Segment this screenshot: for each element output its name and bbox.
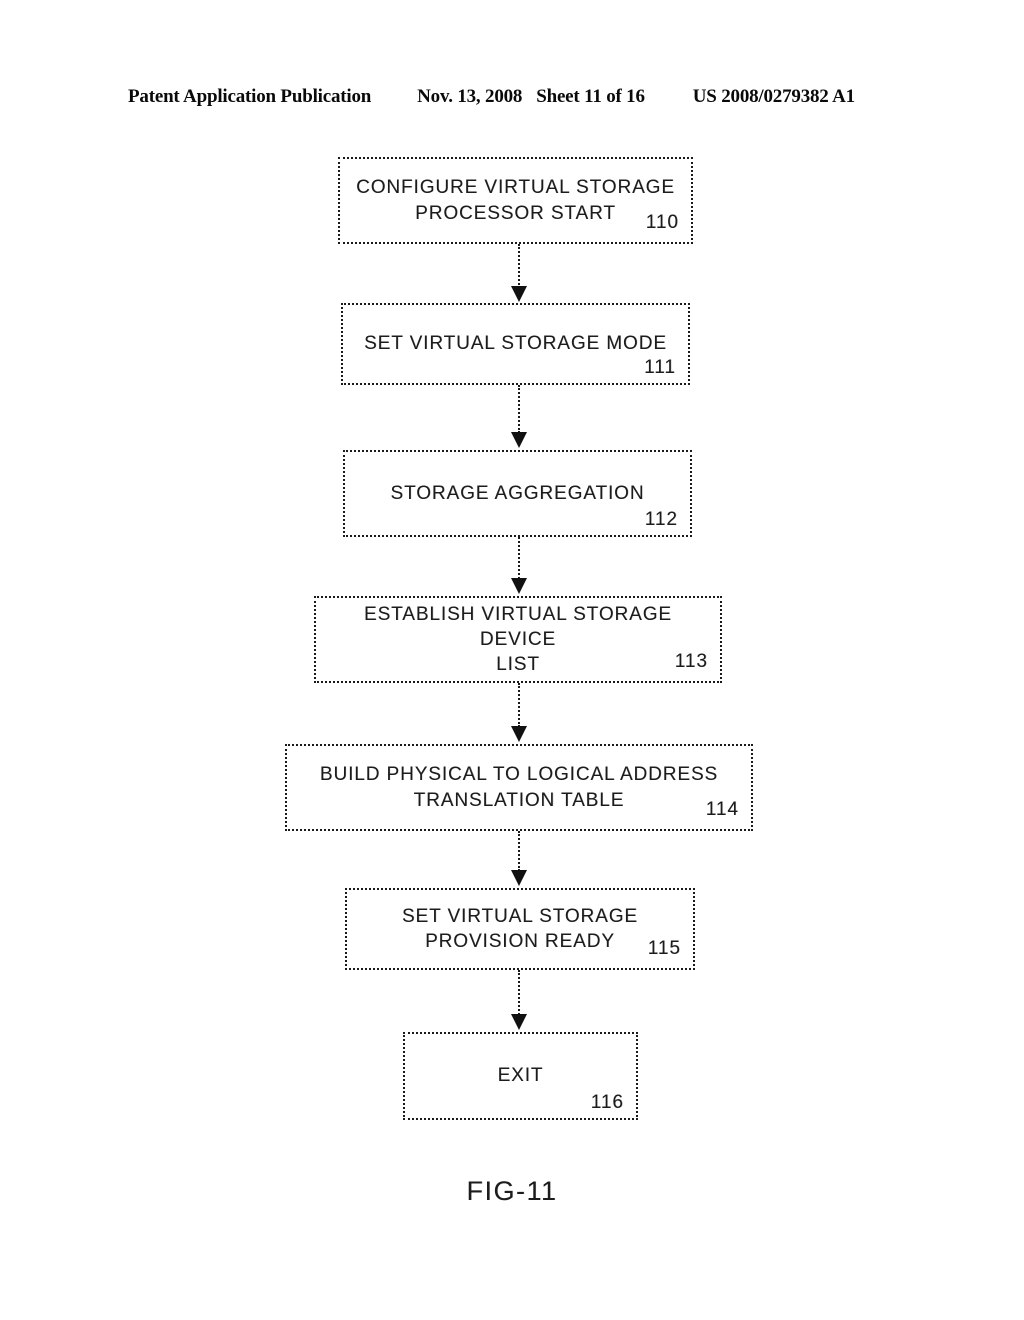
flow-edge-111-112-arrowhead (511, 432, 527, 448)
flow-node-113-label: ESTABLISH VIRTUAL STORAGE DEVICE LIST (364, 603, 672, 676)
flow-edge-112-113 (518, 537, 522, 579)
figure-caption: FIG-11 (466, 1176, 558, 1206)
flow-edge-110-111-arrowhead (511, 286, 527, 302)
flow-node-114-ref: 114 (705, 799, 739, 820)
flow-node-114: BUILD PHYSICAL TO LOGICAL ADDRESS TRANSL… (285, 744, 753, 831)
flow-node-111-label: SET VIRTUAL STORAGE MODE (364, 333, 667, 355)
flow-node-112-body: STORAGE AGGREGATION (345, 452, 690, 535)
flow-node-113: ESTABLISH VIRTUAL STORAGE DEVICE LIST 11… (314, 596, 722, 683)
flow-node-112: STORAGE AGGREGATION 112 (343, 450, 692, 537)
flow-node-114-body: BUILD PHYSICAL TO LOGICAL ADDRESS TRANSL… (287, 746, 751, 829)
flow-node-110-ref: 110 (645, 212, 679, 233)
flow-node-115-ref: 115 (647, 938, 681, 959)
flow-edge-115-116 (518, 970, 522, 1015)
flow-edge-113-114 (518, 683, 522, 727)
flow-node-110-body: CONFIGURE VIRTUAL STORAGE PROCESSOR STAR… (340, 159, 691, 242)
flow-node-113-body: ESTABLISH VIRTUAL STORAGE DEVICE LIST (316, 598, 720, 681)
flow-edge-114-115-arrowhead (511, 870, 527, 886)
flow-edge-110-111 (518, 244, 522, 288)
flow-node-111-body: SET VIRTUAL STORAGE MODE (343, 305, 688, 383)
flow-node-112-label: STORAGE AGGREGATION (390, 482, 645, 504)
flow-node-114-label: BUILD PHYSICAL TO LOGICAL ADDRESS TRANSL… (319, 764, 719, 811)
flow-node-111: SET VIRTUAL STORAGE MODE 111 (341, 303, 690, 385)
flow-node-110: CONFIGURE VIRTUAL STORAGE PROCESSOR STAR… (338, 157, 693, 244)
flow-edge-113-114-arrowhead (511, 726, 527, 742)
flow-node-112-ref: 112 (644, 509, 678, 530)
flow-node-116-label: EXIT (497, 1065, 544, 1087)
flowchart-diagram: CONFIGURE VIRTUAL STORAGE PROCESSOR STAR… (0, 0, 1024, 1320)
flow-node-116-ref: 116 (590, 1092, 624, 1113)
flow-edge-111-112 (518, 385, 522, 433)
flow-node-115-label: SET VIRTUAL STORAGE PROVISION READY (401, 905, 639, 952)
flow-node-116: EXIT 116 (403, 1032, 638, 1120)
flow-node-111-ref: 111 (644, 357, 676, 378)
flow-node-115-body: SET VIRTUAL STORAGE PROVISION READY (347, 890, 693, 968)
flow-node-110-label: CONFIGURE VIRTUAL STORAGE PROCESSOR STAR… (356, 177, 675, 224)
flow-node-113-ref: 113 (674, 651, 708, 672)
flow-edge-112-113-arrowhead (511, 578, 527, 594)
flow-edge-115-116-arrowhead (511, 1014, 527, 1030)
flow-node-115: SET VIRTUAL STORAGE PROVISION READY 115 (345, 888, 695, 970)
flow-edge-114-115 (518, 831, 522, 871)
